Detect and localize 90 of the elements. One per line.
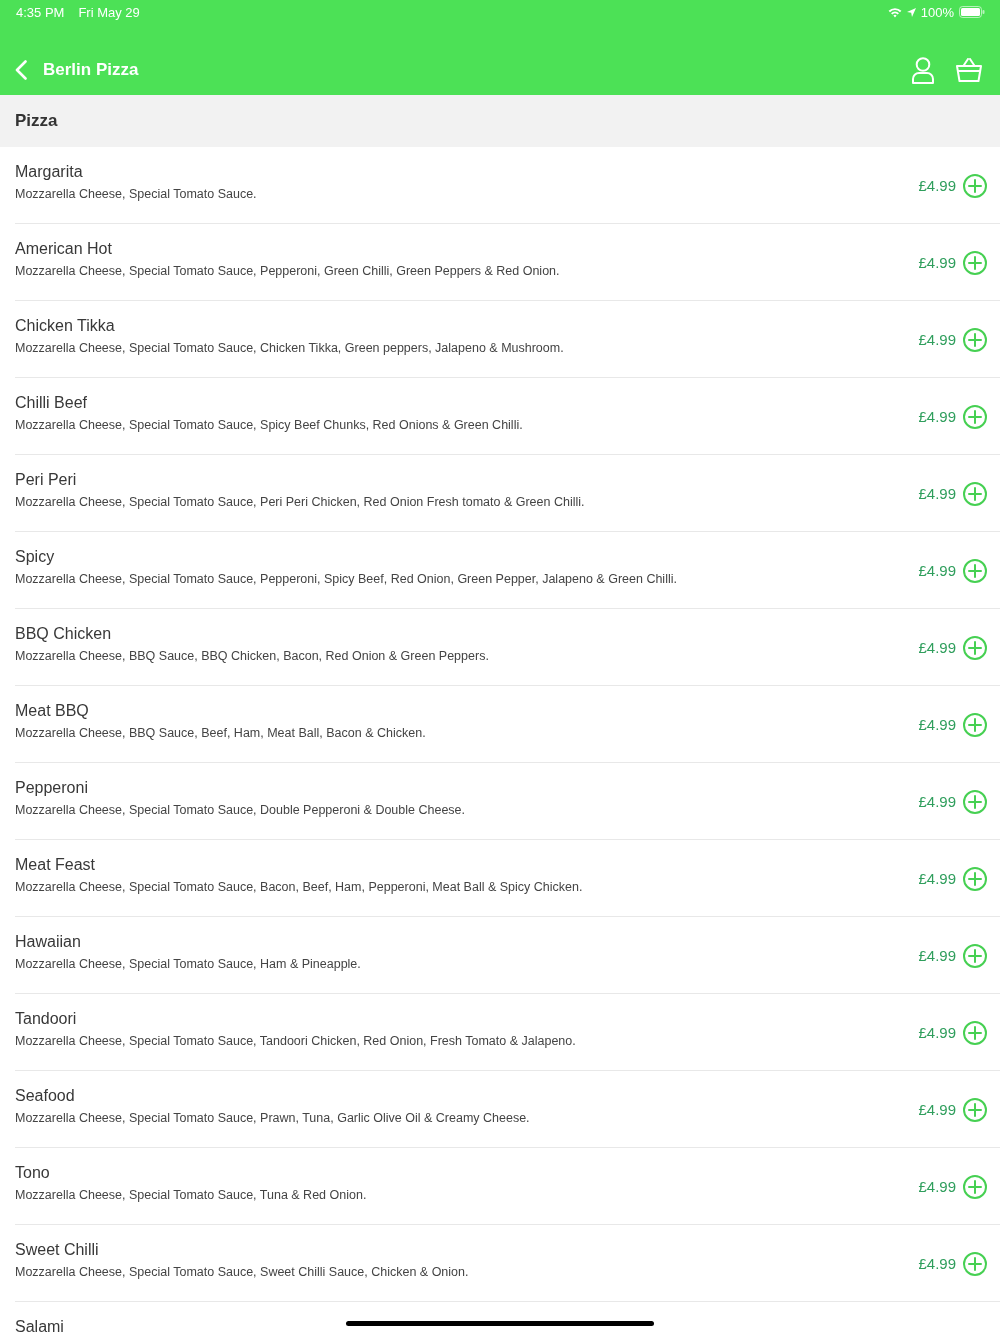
plus-circle-icon xyxy=(963,635,987,660)
add-button[interactable] xyxy=(963,327,987,352)
item-price: £4.99 xyxy=(918,485,956,502)
item-name: Chicken Tikka xyxy=(15,316,115,336)
item-price: £4.99 xyxy=(918,1255,956,1272)
item-name: Tono xyxy=(15,1163,50,1183)
basket-icon xyxy=(956,58,982,82)
item-name: Pepperoni xyxy=(15,778,88,798)
location-arrow-icon xyxy=(906,7,916,17)
item-name: Meat Feast xyxy=(15,855,96,875)
add-button[interactable] xyxy=(963,1174,987,1199)
item-price: £4.99 xyxy=(918,408,956,425)
plus-circle-icon xyxy=(963,250,987,275)
status-date: Fri May 29 xyxy=(78,4,140,20)
item-price: £4.99 xyxy=(918,870,956,887)
item-description: Mozzarella Cheese, Special Tomato Sauce, Bacon, Beef, Ham, Pepperoni, Meat Ball & Spicy Chicken. xyxy=(15,879,583,896)
battery-percentage: 100% xyxy=(920,4,954,20)
add-button[interactable] xyxy=(963,789,987,814)
add-button[interactable] xyxy=(963,481,987,506)
add-button[interactable] xyxy=(963,712,987,737)
item-name: Chilli Beef xyxy=(15,393,88,413)
plus-circle-icon xyxy=(963,1251,987,1276)
section-title: Pizza xyxy=(15,111,58,131)
person-icon xyxy=(912,56,934,84)
plus-circle-icon xyxy=(963,943,987,968)
item-description: Mozzarella Cheese, BBQ Sauce, BBQ Chicken, Bacon, Red Onion & Green Peppers. xyxy=(15,648,489,665)
item-price: £4.99 xyxy=(918,716,956,733)
item-description: Mozzarella Cheese, Special Tomato Sauce, Ham & Pineapple. xyxy=(15,956,361,973)
plus-circle-icon xyxy=(963,481,987,506)
plus-circle-icon xyxy=(963,173,987,198)
status-time: 4:35 PM xyxy=(16,4,65,20)
plus-circle-icon xyxy=(963,1097,987,1122)
item-description: Mozzarella Cheese, Special Tomato Sauce, Prawn, Tuna, Garlic Olive Oil & Creamy Cheese. xyxy=(15,1110,530,1127)
add-button[interactable] xyxy=(963,943,987,968)
plus-circle-icon xyxy=(963,712,987,737)
battery-icon xyxy=(959,6,985,18)
item-name: Meat BBQ xyxy=(15,701,89,721)
add-button[interactable] xyxy=(963,1251,987,1276)
add-button[interactable] xyxy=(963,635,987,660)
item-price: £4.99 xyxy=(918,1178,956,1195)
add-button[interactable] xyxy=(963,173,987,198)
item-description: Mozzarella Cheese, Special Tomato Sauce, Tandoori Chicken, Red Onion, Fresh Tomato & Jalapeno. xyxy=(15,1033,576,1050)
item-description: Mozzarella Cheese, Special Tomato Sauce, Sweet Chilli Sauce, Chicken & Onion. xyxy=(15,1264,469,1281)
basket-button[interactable] xyxy=(956,58,982,82)
item-price: £4.99 xyxy=(918,947,956,964)
item-description: Mozzarella Cheese, Special Tomato Sauce. xyxy=(15,186,257,203)
plus-circle-icon xyxy=(963,789,987,814)
item-description: Mozzarella Cheese, Special Tomato Sauce, Peri Peri Chicken, Red Onion Fresh tomato & Green Chilli. xyxy=(15,494,585,511)
item-price: £4.99 xyxy=(918,639,956,656)
item-name: Sweet Chilli xyxy=(15,1240,99,1260)
item-price: £4.99 xyxy=(918,331,956,348)
item-description: Mozzarella Cheese, Special Tomato Sauce, Pepperoni, Spicy Beef, Red Onion, Green Pepper, Jalapeno & Green Chilli. xyxy=(15,571,677,588)
item-name: Spicy xyxy=(15,547,55,567)
item-name: BBQ Chicken xyxy=(15,624,112,644)
item-name: Margarita xyxy=(15,162,83,182)
item-description: Mozzarella Cheese, Special Tomato Sauce, Double Pepperoni & Double Cheese. xyxy=(15,802,466,819)
item-price: £4.99 xyxy=(918,254,956,271)
add-button[interactable] xyxy=(963,250,987,275)
item-description: Mozzarella Cheese, Special Tomato Sauce, Tuna & Red Onion. xyxy=(15,1187,367,1204)
add-button[interactable] xyxy=(963,866,987,891)
add-button[interactable] xyxy=(963,1020,987,1045)
item-name: Tandoori xyxy=(15,1009,77,1029)
add-button[interactable] xyxy=(963,1097,987,1122)
nav-title: Berlin Pizza xyxy=(43,60,139,80)
plus-circle-icon xyxy=(963,1174,987,1199)
item-name: Seafood xyxy=(15,1086,75,1106)
add-button[interactable] xyxy=(963,558,987,583)
plus-circle-icon xyxy=(963,558,987,583)
item-name: American Hot xyxy=(15,239,112,259)
item-price: £4.99 xyxy=(918,1101,956,1118)
item-name: Hawaiian xyxy=(15,932,81,952)
plus-circle-icon xyxy=(963,866,987,891)
wifi-icon xyxy=(887,6,902,18)
profile-button[interactable] xyxy=(912,56,934,84)
item-price: £4.99 xyxy=(918,793,956,810)
back-button[interactable] xyxy=(15,60,27,80)
add-button[interactable] xyxy=(963,404,987,429)
back-chevron-icon xyxy=(15,60,27,80)
item-price: £4.99 xyxy=(918,562,956,579)
item-description: Mozzarella Cheese, Special Tomato Sauce, Spicy Beef Chunks, Red Onions & Green Chilli. xyxy=(15,417,523,434)
item-price: £4.99 xyxy=(918,1024,956,1041)
item-description: Mozzarella Cheese, BBQ Sauce, Beef, Ham, Meat Ball, Bacon & Chicken. xyxy=(15,725,426,742)
plus-circle-icon xyxy=(963,1020,987,1045)
item-name: Peri Peri xyxy=(15,470,77,490)
plus-circle-icon xyxy=(963,404,987,429)
item-price: £4.99 xyxy=(918,177,956,194)
item-description: Mozzarella Cheese, Special Tomato Sauce, Chicken Tikka, Green peppers, Jalapeno & Mushroom. xyxy=(15,340,564,357)
item-name: Salami xyxy=(15,1317,64,1334)
plus-circle-icon xyxy=(963,327,987,352)
item-description: Mozzarella Cheese, Special Tomato Sauce, Pepperoni, Green Chilli, Green Peppers & Red Onion. xyxy=(15,263,560,280)
